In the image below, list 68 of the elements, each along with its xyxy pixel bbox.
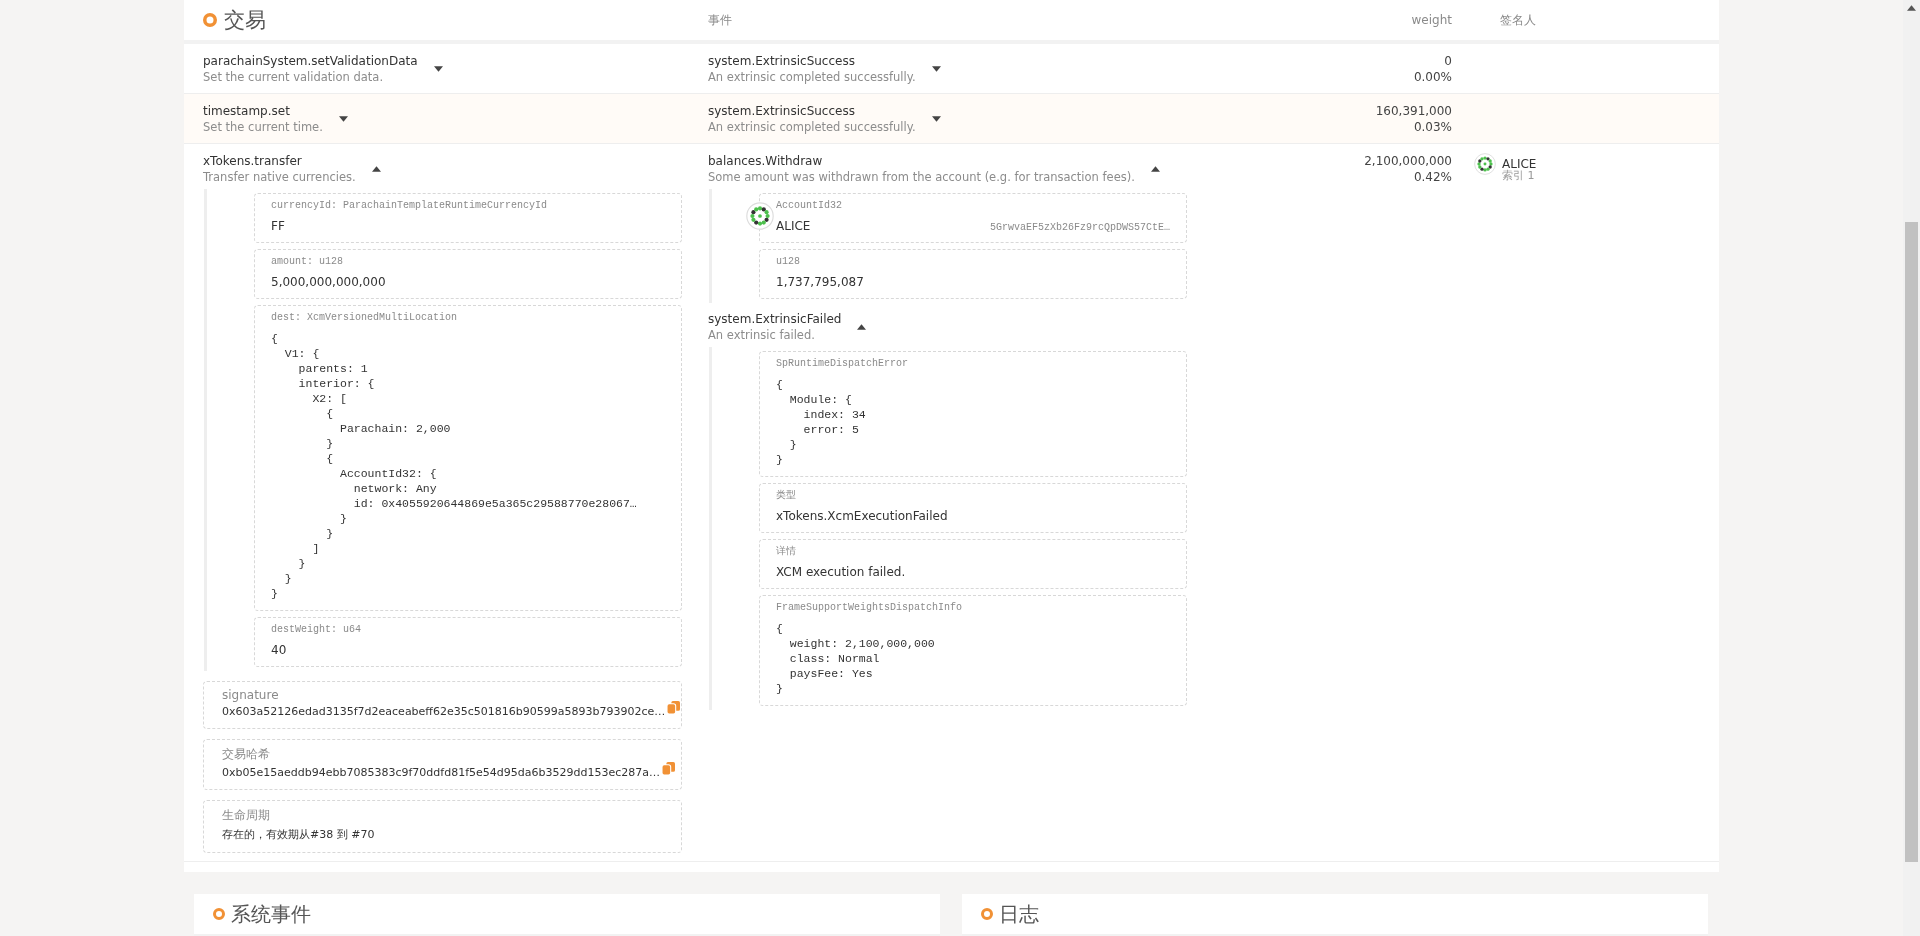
event-name: balances.Withdraw [708,153,824,169]
param-value: 1,737,795,087 [776,275,865,289]
param-label: amount: u128 [271,255,344,268]
circle-icon [213,908,225,920]
param-label: SpRuntimeDispatchError [776,357,910,370]
event-name: system.ExtrinsicSuccess [708,103,856,119]
circle-icon [981,908,993,920]
caret-icon[interactable] [433,66,443,72]
param-value: 40 [271,643,288,657]
caret-icon[interactable] [338,116,348,122]
weight-percent: 0.03% [1412,119,1452,135]
caret-icon[interactable] [931,116,941,122]
caret-icon[interactable] [931,66,941,72]
param-label: destWeight: u64 [271,623,362,636]
detail-label: 交易哈希 [222,746,271,763]
extrinsic-name: xTokens.transfer [203,153,303,169]
param-value: xTokens.XcmExecutionFailed [776,509,949,523]
account-address: 5GrwvaEF5zXb26Fz9rcQpDWS57CtE… [989,222,1170,233]
event-description: An extrinsic failed. [708,327,816,343]
weight-value: 0 [1443,53,1452,69]
extrinsic-description: Set the current time. [203,119,323,135]
weight-value: 2,100,000,000 [1363,153,1452,169]
param-label: 详情 [776,545,797,558]
detail-label: signature [222,688,280,702]
param-value: 5,000,000,000,000 [271,275,387,289]
param-label: dest: XcmVersionedMultiLocation [271,311,459,324]
signer-index: 索引 1 [1502,170,1535,182]
extrinsic-description: Set the current validation data. [203,69,385,85]
param-label: AccountId32 [776,199,843,212]
param-value: { weight: 2,100,000,000 class: Normal paysFee: Yes } [776,621,936,696]
scrollbar[interactable] [1903,0,1920,936]
event-description: Some amount was withdrawn from the account (e.g. for transaction fees). [708,169,1135,185]
section-title: 交易 [224,7,266,34]
column-header: 事件 [708,11,733,29]
detail-label: 生命周期 [222,807,271,824]
signer-name: ALICE [1502,158,1537,170]
circle-icon [203,13,217,27]
param-value: FF [271,219,286,233]
weight-percent: 0.00% [1412,69,1452,85]
identicon-icon [1474,153,1496,175]
detail-value: 0xb05e15aeddb94ebb7085383c9f70ddfd81f5e54d95da6b3529dd153ec287a… [222,766,660,779]
param-value: { V1: { parents: 1 interior: { X2: [ { Parachain: 2,000 } { AccountId32: { network: Any id: 0x4055920644869e5a365c29588770e28067… } } ] } } } [271,331,638,601]
param-value: { Module: { index: 34 error: 5 } } [776,377,867,467]
caret-icon[interactable] [371,166,381,172]
column-header: 签名人 [1499,11,1537,29]
extrinsic-description: Transfer native currencies. [203,169,356,185]
extrinsic-name: timestamp.set [203,103,291,119]
column-header: weight [1410,13,1452,27]
param-value: XCM execution failed. [776,565,907,579]
account-name: ALICE [776,219,811,233]
scroll-up-icon[interactable] [1907,5,1916,11]
weight-percent: 0.42% [1412,169,1452,185]
event-description: An extrinsic completed successfully. [708,119,916,135]
param-label: FrameSupportWeightsDispatchInfo [776,601,964,614]
caret-icon[interactable] [1150,166,1160,172]
param-label: u128 [776,255,801,268]
detail-value: 存在的，有效期从#38 到 #70 [222,827,375,842]
weight-value: 160,391,000 [1374,103,1452,119]
event-description: An extrinsic completed successfully. [708,69,916,85]
event-name: system.ExtrinsicSuccess [708,53,856,69]
detail-value: 0x603a52126edad3135f7d2eaceabeff62e35c501816b90599a5893b793902ce… [222,705,666,718]
panel-title: 系统事件 [231,900,311,928]
param-label: currencyId: ParachainTemplateRuntimeCurrencyId [271,199,549,212]
event-name: system.ExtrinsicFailed [708,311,842,327]
caret-icon[interactable] [857,324,867,330]
param-label: 类型 [776,489,797,502]
panel-title: 日志 [999,900,1039,928]
extrinsic-name: parachainSystem.setValidationData [203,53,418,69]
